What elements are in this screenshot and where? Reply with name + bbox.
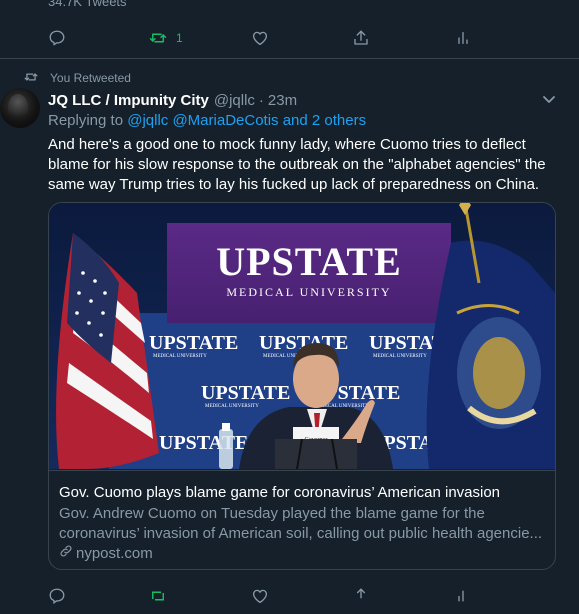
tweet-timestamp[interactable]: 23m [268,92,297,109]
replying-prefix: Replying to [48,112,128,129]
card-domain-text: nypost.com [76,544,153,562]
like-icon [251,587,269,605]
share-icon [352,29,370,47]
like-button[interactable] [251,20,269,56]
replying-to: Replying to @jqllc @MariaDeCotis and 2 o… [48,112,366,129]
share-button[interactable] [352,578,370,614]
backdrop-word: UPSTATE [159,432,248,454]
banner-subtitle: MEDICAL UNIVERSITY [226,285,391,299]
card-image[interactable]: UPSTATE UPSTATE UPSTATE UPSTATE UPSTATE … [49,203,555,469]
like-button[interactable] [251,578,269,614]
tweet-text-line: And here's a good one to mock funny lady… [48,136,526,153]
card-body[interactable]: Gov. Cuomo plays blame game for coronavi… [49,470,555,569]
analytics-button[interactable] [455,20,471,56]
like-icon [251,29,269,47]
retweet-button[interactable] [148,578,168,614]
backdrop-sub: MEDICAL UNIVERSITY [205,404,259,409]
reply-button[interactable] [48,578,66,614]
tweet-actions [0,578,579,614]
link-icon [59,544,76,562]
retweet-icon [148,29,168,47]
tweet-divider [0,58,579,59]
card-domain[interactable]: nypost.com [59,544,153,562]
tweet-header: JQ LLC / Impunity City @jqllc · 23m [48,90,297,110]
display-name[interactable]: JQ LLC / Impunity City [48,92,209,109]
share-icon [352,587,370,605]
replying-to-link[interactable]: @jqllc @MariaDeCotis and 2 others [127,112,366,129]
backdrop-word: UPSTATE [149,332,238,354]
tweet-text-line: blame for his slow response to the outbr… [48,156,546,173]
tweet-count-stub: 34.7K Tweets [48,0,127,9]
analytics-icon [455,29,471,47]
link-card[interactable]: UPSTATE UPSTATE UPSTATE UPSTATE UPSTATE … [48,202,556,570]
card-description-line: coronavirus’ invasion of American soil, … [59,525,543,542]
retweet-context-label: You Retweeted [50,71,131,85]
retweet-icon [148,587,168,605]
backdrop-sub: MEDICAL UNIVERSITY [373,354,427,359]
analytics-icon [455,587,471,605]
press-conference-photo: UPSTATE UPSTATE UPSTATE UPSTATE UPSTATE … [49,203,555,469]
previous-tweet-actions: 1 [0,20,579,56]
backdrop-word: UPSTATE [201,382,290,404]
reply-icon [48,29,66,47]
backdrop-sub: MEDICAL UNIVERSITY [153,354,207,359]
card-description: Gov. Andrew Cuomo on Tuesday played the … [59,504,545,544]
retweet-button[interactable]: 1 [148,20,183,56]
banner-title: UPSTATE [216,239,402,284]
reply-button[interactable] [48,20,66,56]
separator-dot: · [258,91,264,109]
card-title[interactable]: Gov. Cuomo plays blame game for coronavi… [59,484,500,501]
share-button[interactable] [352,20,370,56]
chevron-down-icon [542,92,556,110]
retweet-context: You Retweeted [24,70,131,86]
tweet-text: And here's a good one to mock funny lady… [48,135,556,195]
user-handle[interactable]: @jqllc [214,92,255,109]
retweet-context-icon [24,71,38,86]
reply-icon [48,587,66,605]
tweet-menu-button[interactable] [539,91,559,111]
retweet-count: 1 [176,31,183,45]
card-description-line: Gov. Andrew Cuomo on Tuesday played the … [59,505,485,522]
ny-flag [426,240,555,469]
tweet-text-line: same way Trump tries to lay his fucked u… [48,176,540,193]
avatar[interactable] [0,88,40,128]
water-bottle [219,423,233,469]
analytics-button[interactable] [455,578,471,614]
